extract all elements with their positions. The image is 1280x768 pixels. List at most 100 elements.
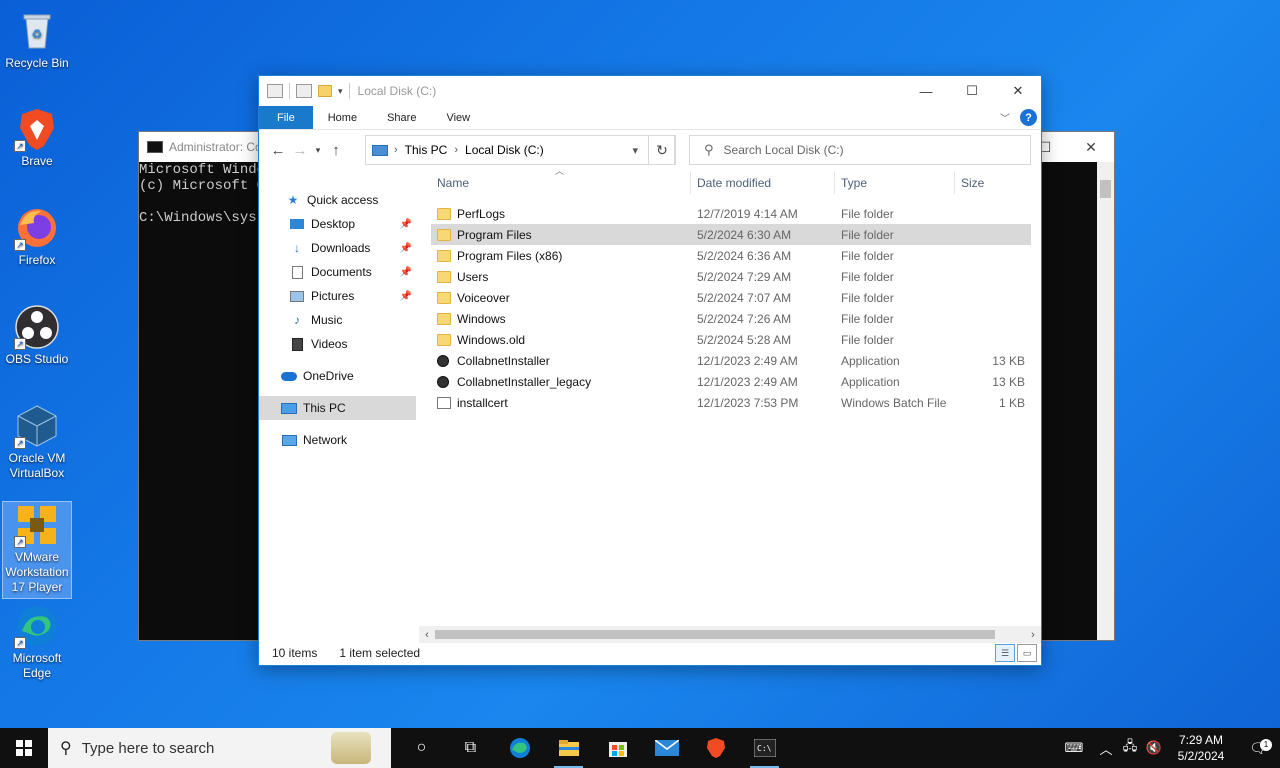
folder-icon [437,312,451,325]
nav-onedrive[interactable]: OneDrive [259,364,416,388]
column-divider[interactable] [954,172,955,194]
nav-downloads[interactable]: ↓ Downloads 📌 [259,236,416,260]
address-bar[interactable]: › This PC › Local Disk (C:) ▾ [365,135,675,165]
file-type: File folder [841,227,894,242]
back-arrow-icon[interactable]: ← [267,142,289,159]
file-row[interactable]: Program Files (x86) 5/2/2024 6:36 AM Fil… [431,245,1031,266]
chevron-down-icon[interactable]: ▾ [338,86,343,97]
obs-icon: ↗ [14,304,60,350]
nav-this-pc[interactable]: This PC [259,396,416,420]
file-name: CollabnetInstaller_legacy [457,374,592,389]
file-explorer-window[interactable]: ▾ Local Disk (C:) — ☐ ✕ File Home Share … [258,75,1042,666]
keyboard-icon[interactable]: ⌨ [1054,740,1094,756]
desktop-icon-obs[interactable]: ↗ OBS Studio [2,304,72,367]
batch-file-icon [437,396,451,409]
forward-arrow-icon[interactable]: → [289,142,311,159]
cmd-scroll-thumb[interactable] [1100,180,1111,198]
tab-share[interactable]: Share [372,106,431,129]
taskbar-search[interactable]: ⚲ Type here to search [48,728,391,768]
taskbar-mail-icon[interactable] [642,728,691,768]
nav-quick-access[interactable]: ★ Quick access [259,188,416,212]
nav-network[interactable]: Network [259,428,416,452]
desktop-icon-recycle-bin[interactable]: ♻ Recycle Bin [2,8,72,71]
column-header-name[interactable]: Name [437,176,469,194]
breadcrumb-this-pc[interactable]: This PC [405,143,448,157]
breadcrumb-separator-icon[interactable]: › [394,144,398,156]
clock[interactable]: 7:29 AM 5/2/2024 [1166,732,1236,764]
maximize-icon[interactable]: ☐ [949,76,995,106]
refresh-icon: ↻ [656,141,668,158]
file-row[interactable]: CollabnetInstaller_legacy 12/1/2023 2:49… [431,371,1031,392]
file-date: 5/2/2024 7:26 AM [697,311,792,326]
new-folder-icon[interactable] [318,85,332,97]
column-divider[interactable] [834,172,835,194]
tab-file[interactable]: File [259,106,313,129]
taskbar-store-icon[interactable] [593,728,642,768]
breadcrumb-separator-icon[interactable]: › [454,144,458,156]
file-date: 5/2/2024 7:07 AM [697,290,792,305]
desktop-icon-label: OBS Studio [5,352,69,366]
file-row[interactable]: CollabnetInstaller 12/1/2023 2:49 AM App… [431,350,1031,371]
network-status-icon[interactable]: 🖧 [1118,737,1142,759]
taskbar-brave-icon[interactable] [691,728,740,768]
pin-icon[interactable]: 📌 [400,291,412,302]
search-highlight-image[interactable] [331,732,371,764]
nav-music[interactable]: ♪ Music [259,308,416,332]
nav-videos[interactable]: Videos [259,332,416,356]
explorer-titlebar[interactable]: ▾ Local Disk (C:) — ☐ ✕ [259,76,1041,106]
tab-home[interactable]: Home [313,106,372,129]
search-box[interactable]: ⚲ Search Local Disk (C:) [689,135,1031,165]
pin-icon[interactable]: 📌 [400,219,412,230]
nav-pictures[interactable]: Pictures 📌 [259,284,416,308]
cmd-close-icon[interactable]: ✕ [1068,132,1114,162]
file-row[interactable]: Voiceover 5/2/2024 7:07 AM File folder [431,287,1031,308]
file-row[interactable]: PerfLogs 12/7/2019 4:14 AM File folder [431,203,1031,224]
nav-label: Music [311,313,343,327]
show-hidden-icons-chevron-icon[interactable]: ︿ [1094,739,1118,758]
properties-icon[interactable] [267,84,283,98]
nav-desktop[interactable]: Desktop 📌 [259,212,416,236]
taskbar-cmd-icon[interactable]: C:\ [740,728,789,768]
task-view-icon[interactable]: ⧉ [446,728,495,768]
address-dropdown-icon[interactable]: ▾ [632,144,638,157]
desktop-icon-virtualbox[interactable]: ↗ Oracle VM VirtualBox [2,403,72,481]
recent-locations-chevron-icon[interactable]: ▾ [311,145,325,156]
file-row[interactable]: installcert 12/1/2023 7:53 PM Windows Ba… [431,392,1031,413]
desktop-icon-firefox[interactable]: ↗ Firefox [2,205,72,268]
close-icon[interactable]: ✕ [995,76,1041,106]
large-icons-view-icon[interactable]: ▭ [1017,644,1037,662]
desktop-icon-vmware[interactable]: ↗ VMware Workstation 17 Player [2,501,72,599]
column-divider[interactable] [690,172,691,194]
taskbar-edge-icon[interactable] [495,728,544,768]
taskbar-file-explorer-icon[interactable] [544,728,593,768]
breadcrumb-local-disk[interactable]: Local Disk (C:) [465,143,544,157]
desktop-icon-brave[interactable]: ↗ Brave [2,106,72,169]
column-header-date[interactable]: Date modified [697,176,771,194]
checkmark-icon[interactable] [296,84,312,98]
notification-center-icon[interactable]: 🗨 1 [1236,738,1280,757]
pin-icon[interactable]: 📌 [400,267,412,278]
details-view-icon[interactable]: ☰ [995,644,1015,662]
refresh-button[interactable]: ↻ [648,135,676,165]
cmd-scrollbar[interactable] [1097,162,1114,640]
file-row[interactable]: Users 5/2/2024 7:29 AM File folder [431,266,1031,287]
file-row[interactable]: Windows.old 5/2/2024 5:28 AM File folder [431,329,1031,350]
minimize-icon[interactable]: — [903,76,949,106]
column-header-size[interactable]: Size [961,176,984,194]
volume-muted-icon[interactable]: 🔇 [1142,740,1166,756]
desktop-icon-edge[interactable]: ↗ Microsoft Edge [2,603,72,681]
start-button[interactable] [0,728,48,768]
expand-ribbon-icon[interactable]: ﹀ [1000,110,1010,125]
column-header-type[interactable]: Type [841,176,867,194]
up-arrow-icon[interactable]: ↑ [325,142,347,159]
nav-documents[interactable]: Documents 📌 [259,260,416,284]
cmd-output[interactable]: Microsoft Windo (c) Microsoft C C:\Window… [139,162,259,226]
cortana-icon[interactable]: ○ [397,728,446,768]
folder-icon [437,270,451,283]
scroll-thumb[interactable] [435,630,995,639]
pin-icon[interactable]: 📌 [400,243,412,254]
tab-view[interactable]: View [431,106,485,129]
file-row[interactable]: Windows 5/2/2024 7:26 AM File folder [431,308,1031,329]
file-row-selected[interactable]: Program Files 5/2/2024 6:30 AM File fold… [431,224,1031,245]
help-icon[interactable]: ? [1020,109,1037,126]
